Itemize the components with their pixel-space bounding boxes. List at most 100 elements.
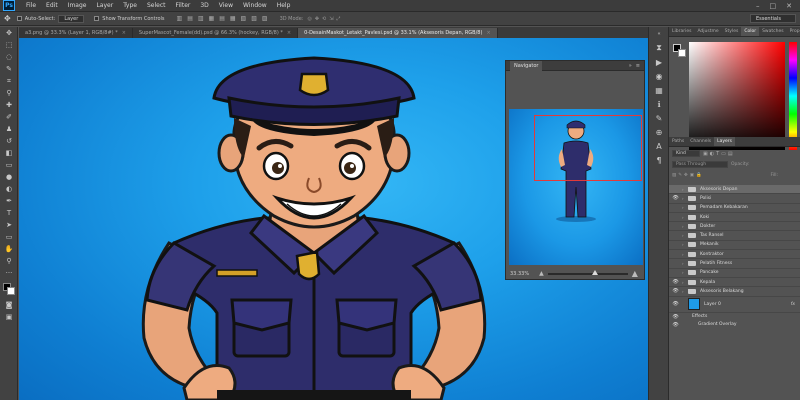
workspace-dropdown[interactable]: Essentials bbox=[749, 14, 796, 23]
navigator-view-box[interactable] bbox=[534, 115, 642, 181]
stamp-icon[interactable]: ♟ bbox=[0, 123, 18, 135]
menu-help[interactable]: Help bbox=[272, 2, 296, 9]
tab-document-2[interactable]: SuperMascot_Female(dd).psd @ 66.3% (hock… bbox=[132, 28, 299, 38]
blend-mode-dropdown[interactable]: Pass Through bbox=[672, 161, 728, 168]
eraser-icon[interactable]: ◧ bbox=[0, 147, 18, 159]
fx-icon[interactable]: fx bbox=[791, 302, 795, 307]
layer-row[interactable]: › Koki bbox=[669, 213, 800, 223]
lock-icons[interactable]: ▨✎✥▣🔒 bbox=[672, 173, 704, 178]
crop-icon[interactable]: ⌗ bbox=[0, 75, 18, 87]
quick-select-icon[interactable]: ✎ bbox=[0, 63, 18, 75]
menu-filter[interactable]: Filter bbox=[171, 2, 196, 9]
character-panel-icon[interactable]: A bbox=[649, 139, 669, 153]
layer-row-base[interactable]: 👁 Layer 0 fx bbox=[669, 297, 800, 313]
menu-select[interactable]: Select bbox=[142, 2, 171, 9]
adjustments-panel-icon[interactable]: ◉ bbox=[649, 69, 669, 83]
dodge-icon[interactable]: ◐ bbox=[0, 183, 18, 195]
auto-select-checkbox[interactable] bbox=[16, 16, 22, 21]
background-color[interactable] bbox=[7, 287, 15, 295]
align-bottom-icon[interactable]: ▥ bbox=[198, 15, 204, 22]
tab-layers[interactable]: Layers bbox=[714, 137, 735, 146]
move-icon[interactable]: ✥ bbox=[0, 27, 18, 39]
layer-row[interactable]: › Pemadam Kebakaran bbox=[669, 204, 800, 213]
paragraph-panel-icon[interactable]: ¶ bbox=[649, 153, 669, 167]
tab-properties[interactable]: Properties bbox=[787, 27, 800, 36]
menu-window[interactable]: Window bbox=[238, 2, 272, 9]
tab-channels[interactable]: Channels bbox=[687, 137, 714, 146]
layer-row[interactable]: › Tas Ransel bbox=[669, 231, 800, 241]
eye-icon[interactable]: 👁 bbox=[669, 279, 682, 285]
lasso-icon[interactable]: ◌ bbox=[0, 51, 18, 63]
brush-panel-icon[interactable]: ✎ bbox=[649, 111, 669, 125]
blur-icon[interactable]: ● bbox=[0, 171, 18, 183]
layer-row[interactable]: 👁 › Polisi bbox=[669, 194, 800, 204]
navigator-zoom-value[interactable]: 33.33% bbox=[510, 271, 529, 277]
type-icon[interactable]: T bbox=[0, 207, 18, 219]
hand-icon[interactable]: ✋ bbox=[0, 243, 18, 255]
close-tab-icon[interactable]: × bbox=[122, 30, 126, 36]
eye-icon[interactable]: 👁 bbox=[669, 322, 682, 328]
menu-layer[interactable]: Layer bbox=[91, 2, 118, 9]
eye-icon[interactable]: 👁 bbox=[669, 314, 682, 320]
history-panel-icon[interactable]: ⧗ bbox=[649, 41, 669, 55]
more-tools-icon[interactable]: ··· bbox=[0, 267, 18, 279]
eye-icon[interactable]: 👁 bbox=[669, 288, 682, 294]
close-button[interactable]: ✕ bbox=[786, 2, 792, 10]
tab-paths[interactable]: Paths bbox=[669, 137, 687, 146]
history-brush-icon[interactable]: ↺ bbox=[0, 135, 18, 147]
color-field[interactable] bbox=[689, 42, 785, 150]
tab-document-1[interactable]: a3.png @ 33.3% (Layer 1, RGB/8#) * × bbox=[19, 28, 133, 38]
clone-source-icon[interactable]: ⊕ bbox=[649, 125, 669, 139]
close-tab-icon[interactable]: × bbox=[287, 30, 291, 36]
minimize-button[interactable]: – bbox=[756, 2, 760, 10]
menu-type[interactable]: Type bbox=[118, 2, 142, 9]
show-transform-checkbox[interactable] bbox=[94, 16, 100, 21]
swatches-panel-icon[interactable]: ▦ bbox=[649, 83, 669, 97]
fg-bg-swatch[interactable] bbox=[673, 44, 687, 58]
layer-row[interactable]: 👁 › Kepala bbox=[669, 278, 800, 288]
zoom-out-icon[interactable]: ▲ bbox=[539, 270, 544, 277]
marquee-icon[interactable]: ⬚ bbox=[0, 39, 18, 51]
gradient-icon[interactable]: ▭ bbox=[0, 159, 18, 171]
zoom-slider-handle[interactable] bbox=[591, 269, 598, 275]
maximize-button[interactable]: □ bbox=[770, 2, 777, 10]
menu-edit[interactable]: Edit bbox=[41, 2, 63, 9]
collapse-icon[interactable]: » bbox=[629, 63, 632, 69]
close-tab-icon[interactable]: × bbox=[486, 30, 490, 36]
navigator-thumbnail[interactable] bbox=[509, 109, 643, 265]
path-select-icon[interactable]: ➤ bbox=[0, 219, 18, 231]
layer-row[interactable]: › Pancake bbox=[669, 269, 800, 278]
menu-file[interactable]: File bbox=[21, 2, 41, 9]
align-top-icon[interactable]: ▥ bbox=[177, 15, 183, 22]
align-left-icon[interactable]: ▦ bbox=[209, 15, 215, 22]
layer-row[interactable]: › Mekanik bbox=[669, 241, 800, 251]
properties-panel-icon[interactable]: ▶ bbox=[649, 55, 669, 69]
filter-kind-dropdown[interactable]: Kind bbox=[672, 150, 700, 157]
layer-row[interactable]: › Kontraktor bbox=[669, 250, 800, 260]
quick-mask-icon[interactable]: ◙ bbox=[0, 299, 18, 311]
layer-row[interactable]: › Pelatih Fitness bbox=[669, 259, 800, 269]
healing-icon[interactable]: ✚ bbox=[0, 99, 18, 111]
3d-mode-icons[interactable]: ◎✥⟲⇲⤢ bbox=[308, 16, 344, 22]
effect-row[interactable]: 👁 Gradient Overlay bbox=[669, 321, 800, 329]
effects-row[interactable]: 👁 Effects bbox=[669, 313, 800, 321]
color-swatches[interactable] bbox=[0, 281, 18, 299]
collapse-panels-icon[interactable]: « bbox=[649, 27, 669, 41]
zoom-slider[interactable] bbox=[547, 269, 628, 275]
layer-row[interactable]: › Aksesoris Depan bbox=[669, 185, 800, 195]
align-middle-icon[interactable]: ▤ bbox=[187, 15, 193, 22]
shape-icon[interactable]: ▭ bbox=[0, 231, 18, 243]
zoom-icon[interactable]: ⚲ bbox=[0, 255, 18, 267]
tab-libraries[interactable]: Libraries bbox=[669, 27, 694, 36]
pen-icon[interactable]: ✒ bbox=[0, 195, 18, 207]
zoom-in-icon[interactable]: ▲ bbox=[632, 269, 638, 278]
auto-select-dropdown[interactable]: Layer bbox=[58, 14, 85, 23]
menu-view[interactable]: View bbox=[214, 2, 238, 9]
filter-icons[interactable]: ▣◐T▭▤ bbox=[703, 151, 735, 157]
align-center-icon[interactable]: ▤ bbox=[219, 15, 225, 22]
eyedropper-icon[interactable]: ⚲ bbox=[0, 87, 18, 99]
menu-3d[interactable]: 3D bbox=[195, 2, 213, 9]
brush-icon[interactable]: ✐ bbox=[0, 111, 18, 123]
layer-row[interactable]: › Dokter bbox=[669, 222, 800, 232]
distribute-h-icon[interactable]: ▧ bbox=[251, 15, 257, 22]
